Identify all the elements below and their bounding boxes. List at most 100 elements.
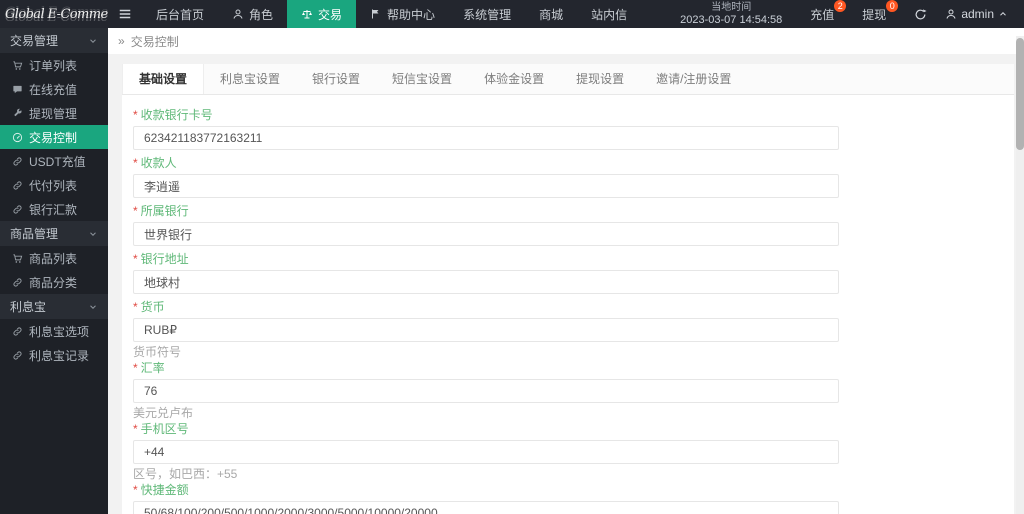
quick-amounts-input[interactable]	[133, 501, 839, 514]
sidebar-toggle-button[interactable]	[108, 0, 142, 28]
sidebar-item-label: 订单列表	[29, 57, 77, 74]
link-icon	[12, 350, 23, 361]
tab-withdraw-settings[interactable]: 提现设置	[560, 64, 640, 94]
nav-item-messages[interactable]: 站内信	[577, 0, 641, 28]
field-hint: 区号，如巴西：+55	[133, 468, 1014, 481]
refresh-button[interactable]	[904, 8, 937, 21]
field-bank-address: *银行地址	[133, 252, 1014, 294]
sidebar-item-product-category[interactable]: 商品分类	[0, 270, 108, 294]
nav-item-mall[interactable]: 商城	[525, 0, 577, 28]
recharge-button[interactable]: 充值 2	[800, 0, 844, 28]
required-asterisk: *	[133, 361, 138, 375]
sidebar-group-trade-management[interactable]: 交易管理	[0, 28, 108, 53]
sidebar-item-interest-records[interactable]: 利息宝记录	[0, 343, 108, 367]
tab-trial-fund-settings[interactable]: 体验金设置	[468, 64, 560, 94]
tab-invite-register-settings[interactable]: 邀请/注册设置	[640, 64, 747, 94]
local-time-value: 2023-03-07 14:54:58	[680, 14, 782, 26]
sidebar-item-label: 代付列表	[29, 177, 77, 194]
field-label: *收款人	[133, 156, 1014, 170]
recharge-badge: 2	[834, 0, 846, 12]
link-icon	[12, 204, 23, 215]
link-icon	[12, 156, 23, 167]
cart-icon	[12, 253, 23, 264]
top-navbar: Global E-Commerce... 后台首页 角色 交易 帮助中心 系统管…	[0, 0, 1024, 28]
sidebar-item-bank-remittance[interactable]: 银行汇款	[0, 197, 108, 221]
main-area: » 交易控制 基础设置 利息宝设置 银行设置 短信宝设置 体验金设置 提现设置 …	[108, 28, 1024, 514]
nav-item-label: 交易	[318, 6, 342, 23]
scrollbar-track[interactable]	[1016, 36, 1024, 514]
caret-up-icon	[998, 9, 1008, 19]
field-currency: *货币 货币符号	[133, 300, 1014, 359]
sidebar-item-label: USDT充值	[29, 153, 86, 170]
sidebar-item-payout-list[interactable]: 代付列表	[0, 173, 108, 197]
required-asterisk: *	[133, 252, 138, 266]
sidebar-item-label: 商品分类	[29, 274, 77, 291]
field-label: *快捷金额	[133, 483, 1014, 497]
chevron-down-icon	[88, 229, 98, 239]
sidebar-group-label: 利息宝	[10, 298, 46, 315]
basic-settings-form: *收款银行卡号 *收款人 *所属银行 *银行地址 *货币 货币符号	[122, 95, 1014, 514]
scale-icon	[301, 8, 313, 20]
required-asterisk: *	[133, 108, 138, 122]
required-asterisk: *	[133, 204, 138, 218]
breadcrumb: » 交易控制	[108, 28, 1024, 54]
sidebar-item-order-list[interactable]: 订单列表	[0, 53, 108, 77]
field-bank-name: *所属银行	[133, 204, 1014, 246]
cart-icon	[12, 60, 23, 71]
sidebar-item-label: 商品列表	[29, 250, 77, 267]
tab-bank-settings[interactable]: 银行设置	[296, 64, 376, 94]
nav-item-help-center[interactable]: 帮助中心	[356, 0, 449, 28]
nav-item-label: 系统管理	[463, 6, 511, 23]
exchange-rate-input[interactable]	[133, 379, 839, 403]
field-label: *所属银行	[133, 204, 1014, 218]
sidebar-item-online-recharge[interactable]: 在线充值	[0, 77, 108, 101]
payee-input[interactable]	[133, 174, 839, 198]
sidebar-item-withdraw-management[interactable]: 提现管理	[0, 101, 108, 125]
nav-item-label: 帮助中心	[387, 6, 435, 23]
content-card: 基础设置 利息宝设置 银行设置 短信宝设置 体验金设置 提现设置 邀请/注册设置…	[122, 64, 1014, 514]
local-time: 当地时间 2023-03-07 14:54:58	[662, 2, 800, 26]
currency-input[interactable]	[133, 318, 839, 342]
comment-icon	[12, 84, 23, 95]
nav-item-roles[interactable]: 角色	[218, 0, 287, 28]
sidebar-group-interest-treasure[interactable]: 利息宝	[0, 294, 108, 319]
local-time-label: 当地时间	[680, 2, 782, 13]
bank-name-input[interactable]	[133, 222, 839, 246]
sidebar-item-usdt-recharge[interactable]: USDT充值	[0, 149, 108, 173]
tab-sms-settings[interactable]: 短信宝设置	[376, 64, 468, 94]
phone-area-code-input[interactable]	[133, 440, 839, 464]
link-icon	[12, 326, 23, 337]
scrollbar-thumb[interactable]	[1016, 38, 1024, 150]
sidebar-group-label: 交易管理	[10, 32, 58, 49]
nav-item-system[interactable]: 系统管理	[449, 0, 525, 28]
user-menu[interactable]: admin	[937, 7, 1016, 21]
field-label: *汇率	[133, 361, 1014, 375]
sidebar-item-label: 利息宝选项	[29, 323, 89, 340]
field-phone-area-code: *手机区号 区号，如巴西：+55	[133, 422, 1014, 481]
required-asterisk: *	[133, 422, 138, 436]
sidebar-item-product-list[interactable]: 商品列表	[0, 246, 108, 270]
tool-icon	[12, 108, 23, 119]
bank-address-input[interactable]	[133, 270, 839, 294]
nav-item-home[interactable]: 后台首页	[142, 0, 218, 28]
field-payee: *收款人	[133, 156, 1014, 198]
field-quick-amounts: *快捷金额 充值页面 快捷金额	[133, 483, 1014, 514]
withdraw-button[interactable]: 提现 0	[852, 0, 896, 28]
nav-item-label: 商城	[539, 6, 563, 23]
sidebar-item-label: 交易控制	[29, 129, 77, 146]
withdraw-badge: 0	[886, 0, 898, 12]
sidebar: 交易管理 订单列表 在线充值 提现管理 交易控制 USDT充值 代付列表 银行汇…	[0, 28, 108, 514]
nav-item-trade[interactable]: 交易	[287, 0, 356, 28]
chevron-down-icon	[88, 36, 98, 46]
user-icon	[945, 8, 957, 20]
tab-basic-settings[interactable]: 基础设置	[122, 64, 204, 94]
sidebar-item-interest-options[interactable]: 利息宝选项	[0, 319, 108, 343]
sidebar-item-trade-control[interactable]: 交易控制	[0, 125, 108, 149]
user-icon	[232, 8, 244, 20]
breadcrumb-current: 交易控制	[131, 33, 179, 50]
refresh-icon	[914, 8, 927, 21]
bank-card-number-input[interactable]	[133, 126, 839, 150]
sidebar-item-label: 利息宝记录	[29, 347, 89, 364]
sidebar-group-product-management[interactable]: 商品管理	[0, 221, 108, 246]
tab-interest-settings[interactable]: 利息宝设置	[204, 64, 296, 94]
